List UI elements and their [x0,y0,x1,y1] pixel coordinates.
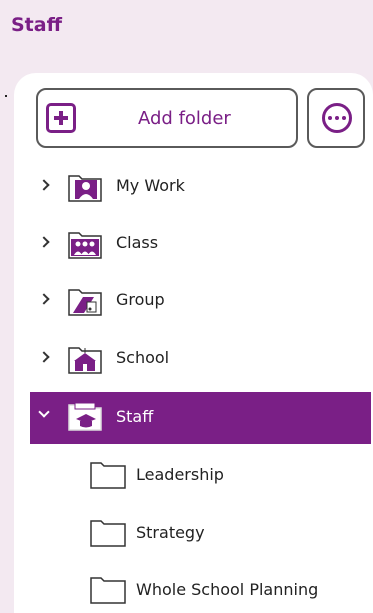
edge-mark [5,95,7,97]
chevron-down-icon[interactable] [38,406,50,418]
subfolder-whole-school-planning[interactable]: Whole School Planning [90,570,371,610]
tree-item-my-work[interactable]: My Work [30,167,371,207]
tree-item-class[interactable]: Class [30,224,371,264]
subfolder-label: Leadership [136,465,224,484]
tree-item-label: School [116,348,170,367]
subfolder-label: Strategy [136,523,205,542]
tree-item-group[interactable]: Group [30,281,371,321]
subfolder-leadership[interactable]: Leadership [90,455,371,495]
plus-icon [46,103,76,133]
tree-item-label: Staff [116,407,154,426]
chevron-right-icon[interactable] [38,351,50,363]
tree-item-label: Group [116,290,165,309]
folder-icon [90,462,126,489]
group-folder-icon [68,289,102,316]
add-folder-button[interactable]: Add folder [36,88,298,148]
chevron-right-icon[interactable] [38,236,50,248]
tree-item-label: My Work [116,176,185,195]
tree-item-staff[interactable]: Staff [30,392,371,444]
folder-icon [90,520,126,547]
staff-folder-icon [68,402,102,431]
tree-item-school[interactable]: School [30,339,371,379]
tree-item-label: Class [116,233,159,252]
chevron-right-icon[interactable] [38,179,50,191]
subfolder-strategy[interactable]: Strategy [90,513,371,553]
more-options-button[interactable] [307,88,365,148]
my-work-folder-icon [68,175,102,202]
add-folder-label: Add folder [138,108,231,129]
school-folder-icon [68,347,102,374]
more-icon [322,103,352,133]
page-title: Staff [11,14,62,36]
chevron-right-icon[interactable] [38,293,50,305]
folder-icon [90,577,126,604]
subfolder-label: Whole School Planning [136,580,319,599]
class-folder-icon [68,232,102,259]
